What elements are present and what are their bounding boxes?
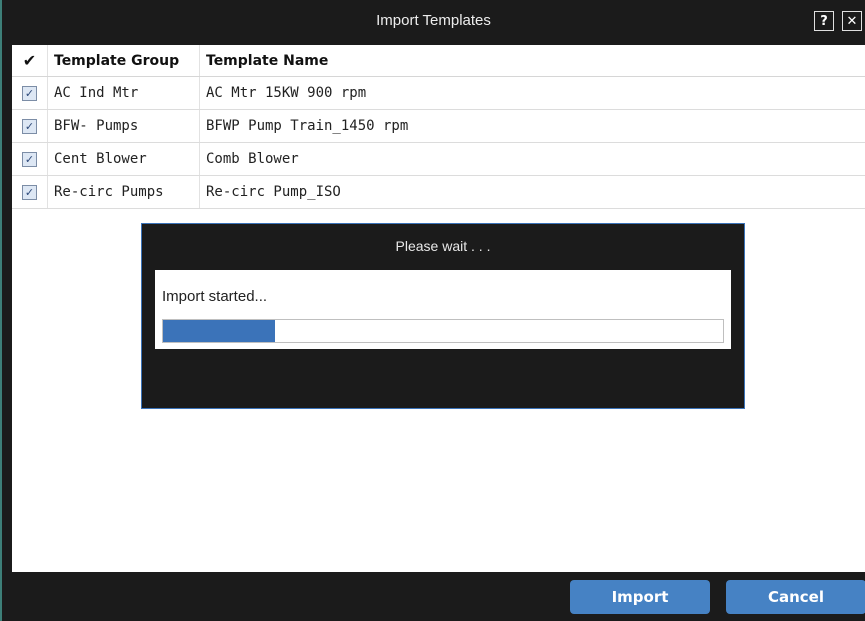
close-icon: ✕	[846, 13, 858, 29]
select-all-checkbox[interactable]: ✔	[12, 45, 48, 77]
checkmark-icon: ✔	[22, 51, 37, 70]
template-group-cell: AC Ind Mtr	[47, 76, 200, 110]
templates-table: ✔ Template Group Template Name ✓ AC Ind …	[12, 45, 865, 209]
template-name-cell: BFWP Pump Train_1450 rpm	[199, 109, 865, 143]
row-checkbox[interactable]: ✓	[22, 118, 37, 134]
table-row[interactable]: ✓ BFW- Pumps BFWP Pump Train_1450 rpm	[12, 109, 865, 143]
cancel-button[interactable]: Cancel	[726, 580, 865, 614]
template-group-cell: Re-circ Pumps	[47, 175, 200, 209]
row-checkbox[interactable]: ✓	[22, 85, 37, 101]
import-templates-dialog: Import Templates ? ✕ ✔ Template Group Te…	[0, 0, 865, 621]
please-wait-dialog: Please wait . . . Import started...	[141, 223, 745, 409]
progress-message: Import started...	[162, 288, 268, 305]
template-name-cell: Re-circ Pump_ISO	[199, 175, 865, 209]
row-checkbox-cell[interactable]: ✓	[12, 142, 48, 176]
table-row[interactable]: ✓ Re-circ Pumps Re-circ Pump_ISO	[12, 175, 865, 209]
template-group-cell: BFW- Pumps	[47, 109, 200, 143]
template-name-cell: Comb Blower	[199, 142, 865, 176]
import-button[interactable]: Import	[570, 580, 710, 614]
help-button[interactable]: ?	[814, 11, 834, 31]
progress-bar-fill	[163, 320, 275, 342]
progress-panel: Import started...	[155, 270, 731, 349]
template-group-cell: Cent Blower	[47, 142, 200, 176]
dialog-title: Import Templates	[376, 12, 491, 29]
template-name-cell: AC Mtr 15KW 900 rpm	[199, 76, 865, 110]
row-checkbox[interactable]: ✓	[22, 184, 37, 200]
table-row[interactable]: ✓ AC Ind Mtr AC Mtr 15KW 900 rpm	[12, 76, 865, 110]
table-row[interactable]: ✓ Cent Blower Comb Blower	[12, 142, 865, 176]
dialog-footer: Import Cancel	[2, 572, 865, 621]
column-header-template-name[interactable]: Template Name	[199, 45, 865, 77]
row-checkbox-cell[interactable]: ✓	[12, 76, 48, 110]
please-wait-title: Please wait . . .	[395, 238, 491, 254]
help-icon: ?	[820, 13, 828, 29]
close-button[interactable]: ✕	[842, 11, 862, 31]
title-bar[interactable]: Import Templates ? ✕	[2, 0, 865, 42]
table-header-row: ✔ Template Group Template Name	[12, 45, 865, 77]
row-checkbox-cell[interactable]: ✓	[12, 175, 48, 209]
row-checkbox-cell[interactable]: ✓	[12, 109, 48, 143]
row-checkbox[interactable]: ✓	[22, 151, 37, 167]
progress-bar	[162, 319, 724, 343]
column-header-template-group[interactable]: Template Group	[47, 45, 200, 77]
